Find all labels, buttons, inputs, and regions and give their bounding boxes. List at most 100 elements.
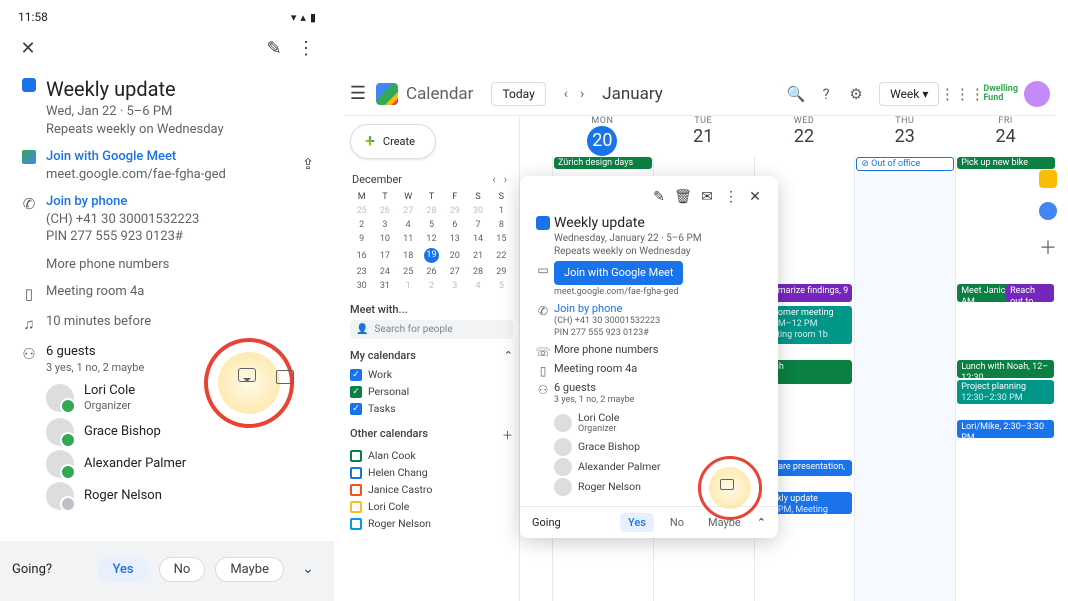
view-select[interactable]: Week ▾ [879, 82, 939, 106]
calendar-item[interactable]: Tasks [350, 400, 513, 417]
all-day-cell[interactable] [653, 156, 754, 174]
mini-day[interactable]: 5 [420, 218, 443, 232]
checkbox-icon[interactable] [350, 501, 362, 513]
mini-day[interactable]: 3 [443, 279, 466, 293]
popup-delete-icon[interactable]: 🗑 [672, 186, 694, 208]
mini-day[interactable]: 13 [443, 232, 466, 246]
popup-rsvp-maybe[interactable]: Maybe [700, 513, 749, 532]
meet-row[interactable]: Join with Google Meet meet.google.com/fa… [12, 148, 322, 183]
more-phones-row[interactable]: More phone numbers [12, 256, 322, 274]
guest-row[interactable]: Alexander Palmer [46, 450, 322, 478]
mini-day[interactable]: 10 [373, 232, 396, 246]
calendar-item[interactable]: Work [350, 366, 513, 383]
mini-day[interactable]: 30 [350, 279, 373, 293]
mini-day[interactable]: 2 [350, 218, 373, 232]
rsvp-no[interactable]: No [159, 557, 206, 582]
checkbox-icon[interactable] [350, 386, 362, 398]
day-header[interactable]: WED22 [754, 116, 855, 156]
calendar-item[interactable]: Alan Cook [350, 447, 513, 464]
settings-gear-icon[interactable]: ⚙ [841, 79, 871, 109]
checkbox-icon[interactable] [350, 369, 362, 381]
popup-rsvp-no[interactable]: No [662, 513, 692, 532]
search-icon[interactable]: 🔍 [781, 79, 811, 109]
mini-day[interactable]: 26 [373, 204, 396, 218]
email-guests-icon[interactable] [276, 370, 294, 384]
calendar-item[interactable]: Janice Castro [350, 481, 513, 498]
chevron-down-icon[interactable]: ⌄ [294, 555, 322, 583]
checkbox-icon[interactable] [350, 467, 362, 479]
mini-day[interactable]: 23 [350, 265, 373, 279]
calendar-item[interactable]: Roger Nelson [350, 515, 513, 532]
mini-day[interactable]: 1 [490, 204, 513, 218]
mini-day[interactable]: 4 [466, 279, 489, 293]
popup-rsvp-yes[interactable]: Yes [620, 513, 654, 532]
mini-day[interactable]: 28 [466, 265, 489, 279]
calendar-event[interactable]: Project planning12:30–2:30 PM [957, 380, 1054, 404]
mini-day[interactable]: 16 [350, 246, 373, 265]
mini-day[interactable]: 26 [420, 265, 443, 279]
mini-day[interactable]: 21 [466, 246, 489, 265]
mini-day[interactable]: 3 [373, 218, 396, 232]
mini-prev-icon[interactable]: ‹ [488, 173, 499, 186]
calendar-event[interactable]: Reach out to Tom, 9:30 A [1006, 284, 1054, 302]
mini-day[interactable]: 27 [397, 204, 420, 218]
checkbox-icon[interactable] [350, 450, 362, 462]
mini-day[interactable]: 19 [420, 246, 443, 265]
mini-day[interactable]: 24 [373, 265, 396, 279]
mini-day[interactable]: 28 [420, 204, 443, 218]
mini-day[interactable]: 5 [490, 279, 513, 293]
day-header[interactable]: FRI24 [955, 116, 1056, 156]
mini-day[interactable]: 8 [490, 218, 513, 232]
guest-row[interactable]: Grace Bishop [46, 418, 322, 446]
popup-guest[interactable]: Lori ColeOrganizer [554, 411, 766, 436]
mini-day[interactable]: 12 [420, 232, 443, 246]
popup-overflow-icon[interactable]: ⋮ [720, 186, 742, 208]
share-icon[interactable]: ⇪ [294, 150, 322, 178]
chevron-up-icon[interactable]: ⌃ [757, 516, 766, 529]
mini-day[interactable]: 7 [466, 218, 489, 232]
rsvp-yes[interactable]: Yes [97, 557, 148, 582]
mini-day[interactable]: 4 [397, 218, 420, 232]
calendar-event[interactable]: Lori/Mike, 2:30–3:30 PM [957, 420, 1054, 438]
popup-guest[interactable]: Alexander Palmer [554, 458, 766, 476]
checkbox-icon[interactable] [350, 403, 362, 415]
calendar-item[interactable]: Personal [350, 383, 513, 400]
create-button[interactable]: Create [350, 124, 436, 159]
prev-week-icon[interactable]: ‹ [558, 82, 574, 106]
checkbox-icon[interactable] [350, 484, 362, 496]
calendar-item[interactable]: Lori Cole [350, 498, 513, 515]
all-day-cell[interactable]: Zürich design days [552, 156, 653, 174]
calendar-event[interactable]: Lunch with Noah, 12–12:30 [957, 360, 1054, 378]
popup-guest[interactable]: Grace Bishop [554, 438, 766, 456]
popup-guest[interactable]: Roger Nelson [554, 478, 766, 496]
popup-close-icon[interactable]: ✕ [744, 186, 766, 208]
add-calendar-icon[interactable]: ＋ [502, 427, 513, 443]
search-people-input[interactable]: 👤 Search for people [350, 320, 513, 339]
mini-day[interactable]: 9 [350, 232, 373, 246]
chat-icon[interactable] [720, 479, 734, 490]
mini-day[interactable]: 22 [490, 246, 513, 265]
mini-day[interactable]: 11 [397, 232, 420, 246]
tasks-tab-icon[interactable] [1039, 202, 1057, 220]
popup-mail-icon[interactable]: ✉ [696, 186, 718, 208]
mini-day[interactable]: 15 [490, 232, 513, 246]
meet-link[interactable]: Join with Google Meet [46, 148, 294, 166]
edit-icon[interactable]: ✎ [260, 34, 288, 62]
day-header[interactable]: MON20 [552, 116, 653, 156]
day-header[interactable]: THU23 [854, 116, 955, 156]
mini-next-icon[interactable]: › [500, 173, 511, 186]
mini-day[interactable]: 27 [443, 265, 466, 279]
phone-row[interactable]: ✆ Join by phone (CH) +41 30 30001532223 … [12, 193, 322, 246]
popup-phone-link[interactable]: Join by phone [554, 302, 766, 316]
guest-row[interactable]: Lori ColeOrganizer [46, 382, 322, 414]
join-meet-button[interactable]: Join with Google Meet [554, 261, 683, 285]
mini-day[interactable]: 20 [443, 246, 466, 265]
mini-day[interactable]: 31 [373, 279, 396, 293]
day-header[interactable]: TUE21 [653, 116, 754, 156]
popup-edit-icon[interactable]: ✎ [648, 186, 670, 208]
mini-day[interactable]: 29 [490, 265, 513, 279]
chevron-icon[interactable]: ⌃ [504, 349, 513, 362]
guest-row[interactable]: Roger Nelson [46, 482, 322, 510]
mini-day[interactable]: 6 [443, 218, 466, 232]
mini-day[interactable]: 14 [466, 232, 489, 246]
